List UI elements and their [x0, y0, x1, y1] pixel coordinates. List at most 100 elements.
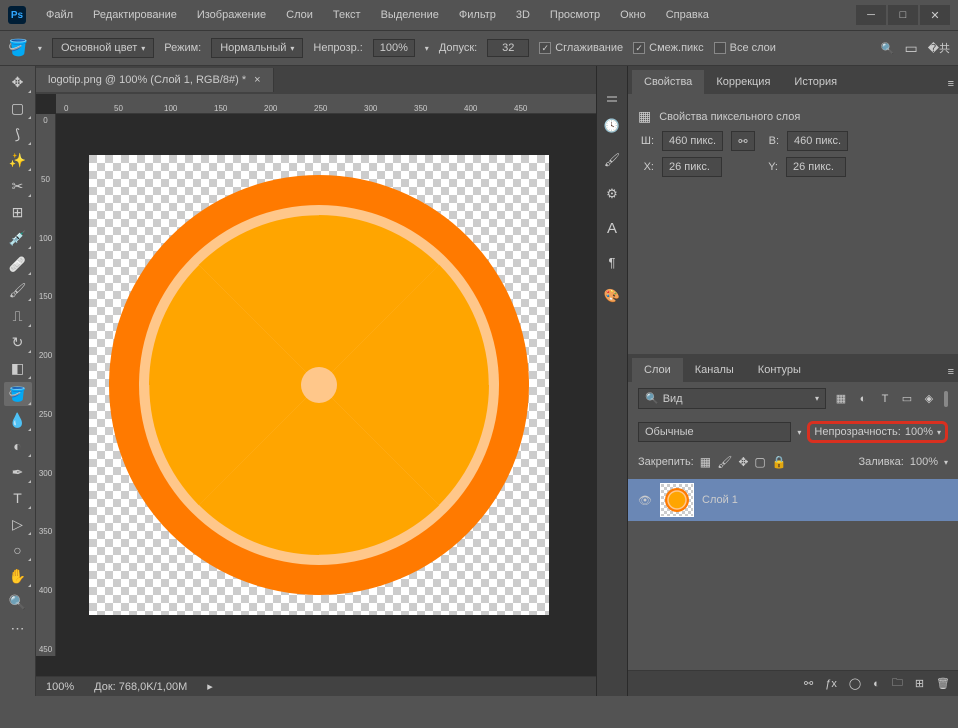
channels-tab[interactable]: Каналы [683, 358, 746, 382]
alllayers-checkbox[interactable]: Все слои [714, 42, 776, 54]
history-brush-tool[interactable]: ↻ [4, 330, 32, 354]
panel-menu-icon[interactable]: ≡ [944, 74, 958, 94]
share-icon[interactable]: �共 [928, 40, 950, 56]
adjustments-tab[interactable]: Коррекция [704, 70, 782, 94]
delete-layer-icon[interactable]: 🗑 [936, 677, 950, 690]
close-button[interactable]: ✕ [920, 5, 950, 25]
path-select-tool[interactable]: ▷ [4, 512, 32, 536]
menu-help[interactable]: Справка [658, 5, 717, 25]
text-tool[interactable]: T [4, 486, 32, 510]
blend-mode-dropdown[interactable]: Нормальный▾ [211, 38, 303, 58]
filter-adjust-icon[interactable]: ◐ [854, 390, 872, 408]
brush-tool[interactable]: 🖌 [4, 278, 32, 302]
fx-icon[interactable]: ƒx [825, 678, 837, 690]
visibility-icon[interactable]: 👁 [638, 494, 652, 507]
menu-type[interactable]: Текст [325, 5, 369, 25]
menu-3d[interactable]: 3D [508, 5, 538, 25]
eraser-tool[interactable]: ◧ [4, 356, 32, 380]
layer-thumbnail[interactable] [660, 483, 694, 517]
adjustment-icon[interactable]: ◐ [873, 678, 880, 690]
layer-opacity-value[interactable]: 100% [905, 426, 933, 438]
history-tab[interactable]: История [782, 70, 849, 94]
marquee-tool[interactable]: ▢ [4, 96, 32, 120]
group-icon[interactable]: 🗀 [892, 674, 903, 693]
brush-settings-icon[interactable]: ⚙ [602, 184, 622, 204]
move-tool[interactable]: ✥ [4, 70, 32, 94]
blend-chev-icon[interactable]: ▾ [797, 428, 801, 437]
paths-tab[interactable]: Контуры [746, 358, 813, 382]
fill-chev-icon[interactable]: ▾ [944, 458, 948, 467]
menu-file[interactable]: Файл [38, 5, 81, 25]
filter-smart-icon[interactable]: ◈ [920, 390, 938, 408]
heal-tool[interactable]: 🩹 [4, 252, 32, 276]
shape-tool[interactable]: ○ [4, 538, 32, 562]
fill-source-dropdown[interactable]: Основной цвет▾ [52, 38, 154, 58]
link-wh-button[interactable]: ⚯ [731, 131, 755, 151]
opacity-input[interactable]: 100% [373, 39, 415, 57]
filter-pixel-icon[interactable]: ▦ [832, 390, 850, 408]
frame-tool[interactable]: ⊞ [4, 200, 32, 224]
contiguous-checkbox[interactable]: ✓Смеж.пикс [633, 42, 703, 54]
dodge-tool[interactable]: ◐ [4, 434, 32, 458]
lock-artboard-icon[interactable]: ▢ [754, 455, 765, 469]
eyedropper-tool[interactable]: 💉 [4, 226, 32, 250]
y-input[interactable]: 26 пикс. [786, 157, 846, 177]
layers-tab[interactable]: Слои [632, 358, 683, 382]
antialias-checkbox[interactable]: ✓Сглаживание [539, 42, 623, 54]
document-tab[interactable]: logotip.png @ 100% (Слой 1, RGB/8#) * × [36, 68, 274, 92]
menu-layer[interactable]: Слои [278, 5, 321, 25]
brush-preset-icon[interactable]: 🖌 [602, 150, 622, 170]
mask-icon[interactable]: ◯ [849, 677, 861, 690]
workspace-icon[interactable]: ▭ [904, 40, 917, 57]
maximize-button[interactable]: □ [888, 5, 918, 25]
lock-transparent-icon[interactable]: ▦ [700, 455, 711, 469]
menu-filter[interactable]: Фильтр [451, 5, 504, 25]
layer-opacity-chev-icon[interactable]: ▾ [937, 428, 941, 437]
tolerance-input[interactable]: 32 [487, 39, 529, 57]
wand-tool[interactable]: ✨ [4, 148, 32, 172]
zoom-level[interactable]: 100% [46, 681, 74, 693]
blur-tool[interactable]: 💧 [4, 408, 32, 432]
tool-preset-icon[interactable]: ▾ [38, 44, 42, 53]
lock-position-icon[interactable]: ✥ [738, 455, 748, 469]
opacity-chev-icon[interactable]: ▾ [425, 44, 429, 53]
menu-window[interactable]: Окно [612, 5, 654, 25]
swatches-icon[interactable]: 🎨 [602, 286, 622, 306]
new-layer-icon[interactable]: ⊞ [915, 677, 924, 690]
tab-close-icon[interactable]: × [254, 74, 260, 86]
hand-tool[interactable]: ✋ [4, 564, 32, 588]
paragraph-icon[interactable]: ¶ [602, 252, 622, 272]
fill-value[interactable]: 100% [910, 456, 938, 468]
canvas[interactable] [89, 155, 549, 615]
width-input[interactable]: 460 пикс. [662, 131, 723, 151]
bucket-tool[interactable]: 🪣 [4, 382, 32, 406]
filter-toggle[interactable] [944, 391, 948, 407]
blend-mode-select[interactable]: Обычные [638, 422, 791, 442]
height-input[interactable]: 460 пикс. [787, 131, 848, 151]
filter-shape-icon[interactable]: ▭ [898, 390, 916, 408]
menu-view[interactable]: Просмотр [542, 5, 608, 25]
layer-filter-dropdown[interactable]: 🔍 Вид ▾ [638, 388, 826, 409]
layer-name[interactable]: Слой 1 [702, 494, 738, 506]
lasso-tool[interactable]: ⟆ [4, 122, 32, 146]
x-input[interactable]: 26 пикс. [662, 157, 722, 177]
zoom-tool[interactable]: 🔍 [4, 590, 32, 614]
layer-item[interactable]: 👁 Слой 1 [628, 479, 958, 521]
lock-image-icon[interactable]: 🖌 [717, 455, 732, 469]
more-tools[interactable]: ⋯ [4, 616, 32, 640]
search-icon[interactable]: 🔍 [881, 42, 895, 55]
status-chev-icon[interactable]: ▸ [207, 680, 213, 693]
character-icon[interactable]: A [602, 218, 622, 238]
properties-tab[interactable]: Свойства [632, 70, 704, 94]
pen-tool[interactable]: ✒ [4, 460, 32, 484]
menu-edit[interactable]: Редактирование [85, 5, 185, 25]
lock-all-icon[interactable]: 🔒 [772, 455, 787, 469]
menu-select[interactable]: Выделение [373, 5, 447, 25]
history-icon[interactable]: 🕓 [602, 116, 622, 136]
stamp-tool[interactable]: ⎍ [4, 304, 32, 328]
crop-tool[interactable]: ✂ [4, 174, 32, 198]
menu-image[interactable]: Изображение [189, 5, 274, 25]
layers-menu-icon[interactable]: ≡ [944, 362, 958, 382]
minimize-button[interactable]: ─ [856, 5, 886, 25]
link-layers-icon[interactable]: ⚯ [804, 677, 813, 690]
